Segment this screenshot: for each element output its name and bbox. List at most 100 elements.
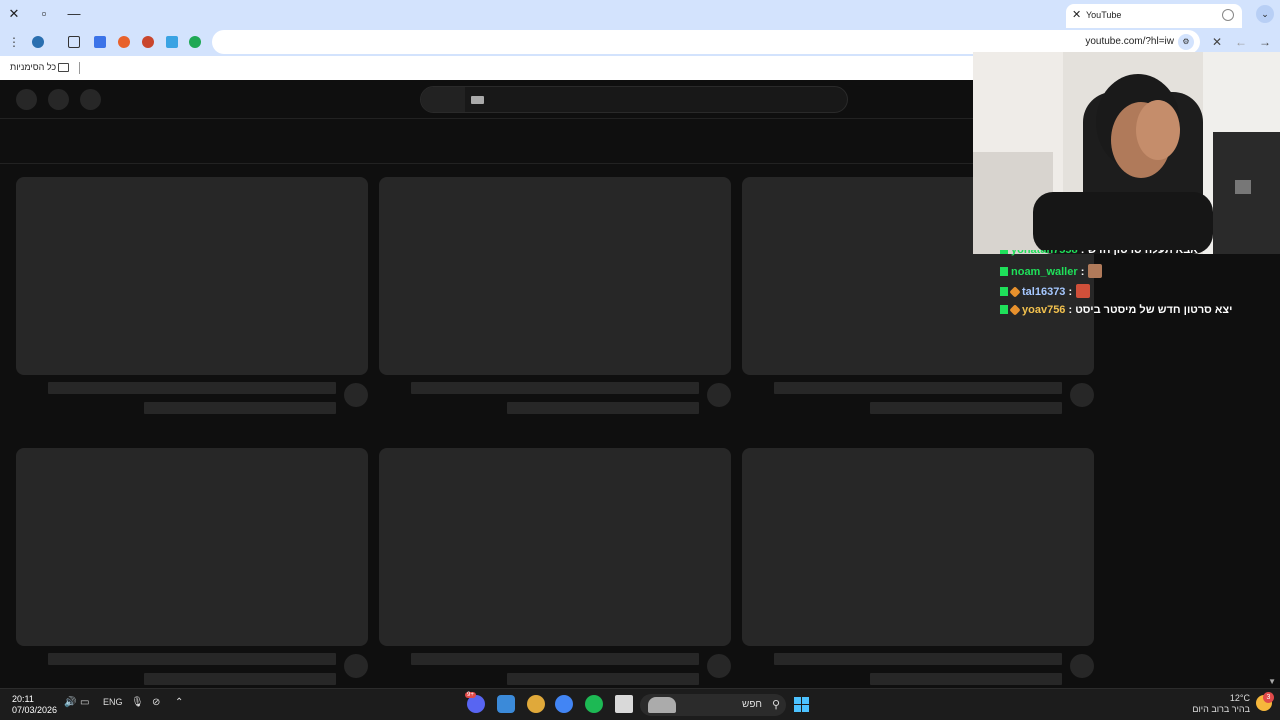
language-indicator[interactable]: ENG bbox=[103, 697, 123, 707]
show-hidden-icons-icon[interactable]: ⌃ bbox=[175, 697, 183, 708]
video-thumbnail-placeholder bbox=[379, 177, 731, 375]
header-placeholder-circle bbox=[48, 89, 69, 110]
chat-username: noam_waller bbox=[1011, 266, 1078, 278]
loading-spinner-icon bbox=[1222, 9, 1234, 21]
emote-icon bbox=[1088, 264, 1103, 278]
app-icon[interactable] bbox=[527, 695, 545, 713]
channel-avatar-placeholder bbox=[344, 383, 368, 407]
chat-message: tal16373 : bbox=[1000, 284, 1280, 302]
sub-badge-icon bbox=[1009, 304, 1021, 316]
search-highlight-icon bbox=[648, 697, 676, 713]
weather-widget[interactable]: 12°C בהיר ברוב היום bbox=[1192, 693, 1250, 715]
volume-icon[interactable]: 🔊 bbox=[64, 697, 76, 708]
webcam-overlay bbox=[973, 52, 1280, 254]
chat-separator: : bbox=[1065, 304, 1073, 316]
extension-translate-icon[interactable] bbox=[166, 36, 178, 48]
search-box[interactable] bbox=[420, 86, 848, 113]
tab-close-icon[interactable]: ✕ bbox=[1072, 8, 1081, 21]
microphone-icon[interactable]: 🎙 bbox=[131, 697, 144, 708]
kick-badge-icon bbox=[1000, 305, 1008, 314]
tab-youtube[interactable]: ✕ YouTube bbox=[1066, 4, 1242, 28]
keyboard-icon[interactable] bbox=[471, 96, 484, 104]
meta-placeholder bbox=[870, 402, 1062, 414]
windows-start-icon[interactable] bbox=[794, 697, 809, 712]
video-thumbnail-placeholder bbox=[16, 177, 368, 375]
title-placeholder bbox=[411, 653, 699, 665]
tab-title: YouTube bbox=[1086, 10, 1122, 20]
header-placeholder-circle bbox=[80, 89, 101, 110]
meta-placeholder bbox=[507, 402, 699, 414]
meta-placeholder bbox=[144, 402, 336, 414]
chat-message: noam_waller : bbox=[1000, 264, 1280, 282]
url-text[interactable]: youtube.com/?hl=iw bbox=[1085, 36, 1174, 47]
window-minimize-button[interactable]: — bbox=[64, 4, 84, 24]
kick-badge-icon bbox=[1000, 267, 1008, 276]
window-close-button[interactable]: ✕ bbox=[4, 4, 24, 24]
channel-avatar-placeholder bbox=[1070, 383, 1094, 407]
weather-badge: 3 bbox=[1263, 692, 1274, 703]
scroll-down-arrow-icon[interactable]: ▼ bbox=[1268, 677, 1276, 686]
weather-desc: בהיר ברוב היום bbox=[1192, 704, 1250, 714]
window-restore-button[interactable]: ▫ bbox=[34, 4, 54, 24]
folder-icon bbox=[58, 63, 69, 72]
chat-text: יצא סרטון חדש של מיסטר ביסט bbox=[1075, 304, 1233, 316]
apps-grid-icon[interactable] bbox=[497, 695, 515, 713]
chat-username: tal16373 bbox=[1022, 286, 1066, 298]
taskbar-search[interactable]: חפש ⚲ bbox=[640, 694, 786, 716]
clock[interactable]: 20:11 07/03/2026 bbox=[12, 694, 57, 716]
video-thumbnail-placeholder bbox=[16, 448, 368, 646]
tab-bar: ✕ ▫ — + ✕ YouTube ⌄ bbox=[0, 0, 1280, 28]
search-label: חפש bbox=[742, 699, 762, 710]
chrome-app-icon[interactable] bbox=[555, 695, 573, 713]
forward-button[interactable]: ← bbox=[1231, 32, 1251, 52]
time-text: 20:11 bbox=[12, 694, 34, 704]
meta-placeholder bbox=[144, 673, 336, 685]
spotify-app-icon[interactable] bbox=[585, 695, 603, 713]
channel-avatar-placeholder bbox=[344, 654, 368, 678]
title-placeholder bbox=[774, 653, 1062, 665]
weather-temp: 12°C bbox=[1229, 693, 1250, 703]
extension-grammarly-icon[interactable] bbox=[189, 36, 201, 48]
title-placeholder bbox=[774, 382, 1062, 394]
profile-avatar-icon[interactable] bbox=[32, 36, 44, 48]
tab-search-button[interactable]: ⌄ bbox=[1256, 5, 1274, 23]
emote-icon bbox=[1076, 284, 1091, 298]
title-placeholder bbox=[48, 653, 336, 665]
title-placeholder bbox=[411, 382, 699, 394]
header-placeholder-circle bbox=[16, 89, 37, 110]
chat-separator: : bbox=[1077, 266, 1085, 278]
address-bar[interactable]: youtube.com/?hl=iw ⚙ bbox=[212, 30, 1200, 54]
chat-username: yoav756 bbox=[1022, 304, 1066, 316]
all-bookmarks-link[interactable]: כל הסימניות bbox=[10, 62, 56, 72]
date-text: 07/03/2026 bbox=[12, 705, 58, 715]
chat-separator: : bbox=[1065, 286, 1073, 298]
streamer-webcam-image bbox=[973, 52, 1280, 254]
meta-placeholder bbox=[507, 673, 699, 685]
channel-avatar-placeholder bbox=[707, 654, 731, 678]
search-button[interactable] bbox=[421, 87, 465, 112]
network-off-icon[interactable]: ⊘ bbox=[152, 697, 160, 708]
meta-placeholder bbox=[870, 673, 1062, 685]
browser-menu-button[interactable]: ⋮ bbox=[4, 32, 24, 52]
title-placeholder bbox=[48, 382, 336, 394]
extensions-puzzle-icon[interactable] bbox=[68, 36, 80, 48]
extension-shield-icon[interactable] bbox=[142, 36, 154, 48]
discord-notification-badge: 9+ bbox=[465, 692, 476, 698]
bookmarks-divider bbox=[79, 62, 80, 74]
stop-loading-button[interactable]: ✕ bbox=[1207, 32, 1227, 52]
video-thumbnail-placeholder bbox=[742, 448, 1094, 646]
search-icon: ⚲ bbox=[771, 699, 780, 711]
channel-avatar-placeholder bbox=[707, 383, 731, 407]
channel-avatar-placeholder bbox=[1070, 654, 1094, 678]
cast-tab-icon[interactable] bbox=[94, 36, 106, 48]
kick-badge-icon bbox=[1000, 287, 1008, 296]
taskbar: 20:11 07/03/2026 🔊 ▭ ENG 🎙 ⊘ ⌃ 9+ חפש ⚲ … bbox=[0, 688, 1280, 720]
file-explorer-icon[interactable] bbox=[615, 695, 633, 713]
sub-badge-icon bbox=[1009, 286, 1021, 298]
video-thumbnail-placeholder bbox=[379, 448, 731, 646]
back-button[interactable]: → bbox=[1255, 32, 1275, 52]
extension-orange-icon[interactable] bbox=[118, 36, 130, 48]
chat-message: yoav756 : יצא סרטון חדש של מיסטר ביסט bbox=[1000, 304, 1280, 322]
site-settings-icon[interactable]: ⚙ bbox=[1178, 34, 1194, 50]
display-icon[interactable]: ▭ bbox=[80, 697, 89, 708]
